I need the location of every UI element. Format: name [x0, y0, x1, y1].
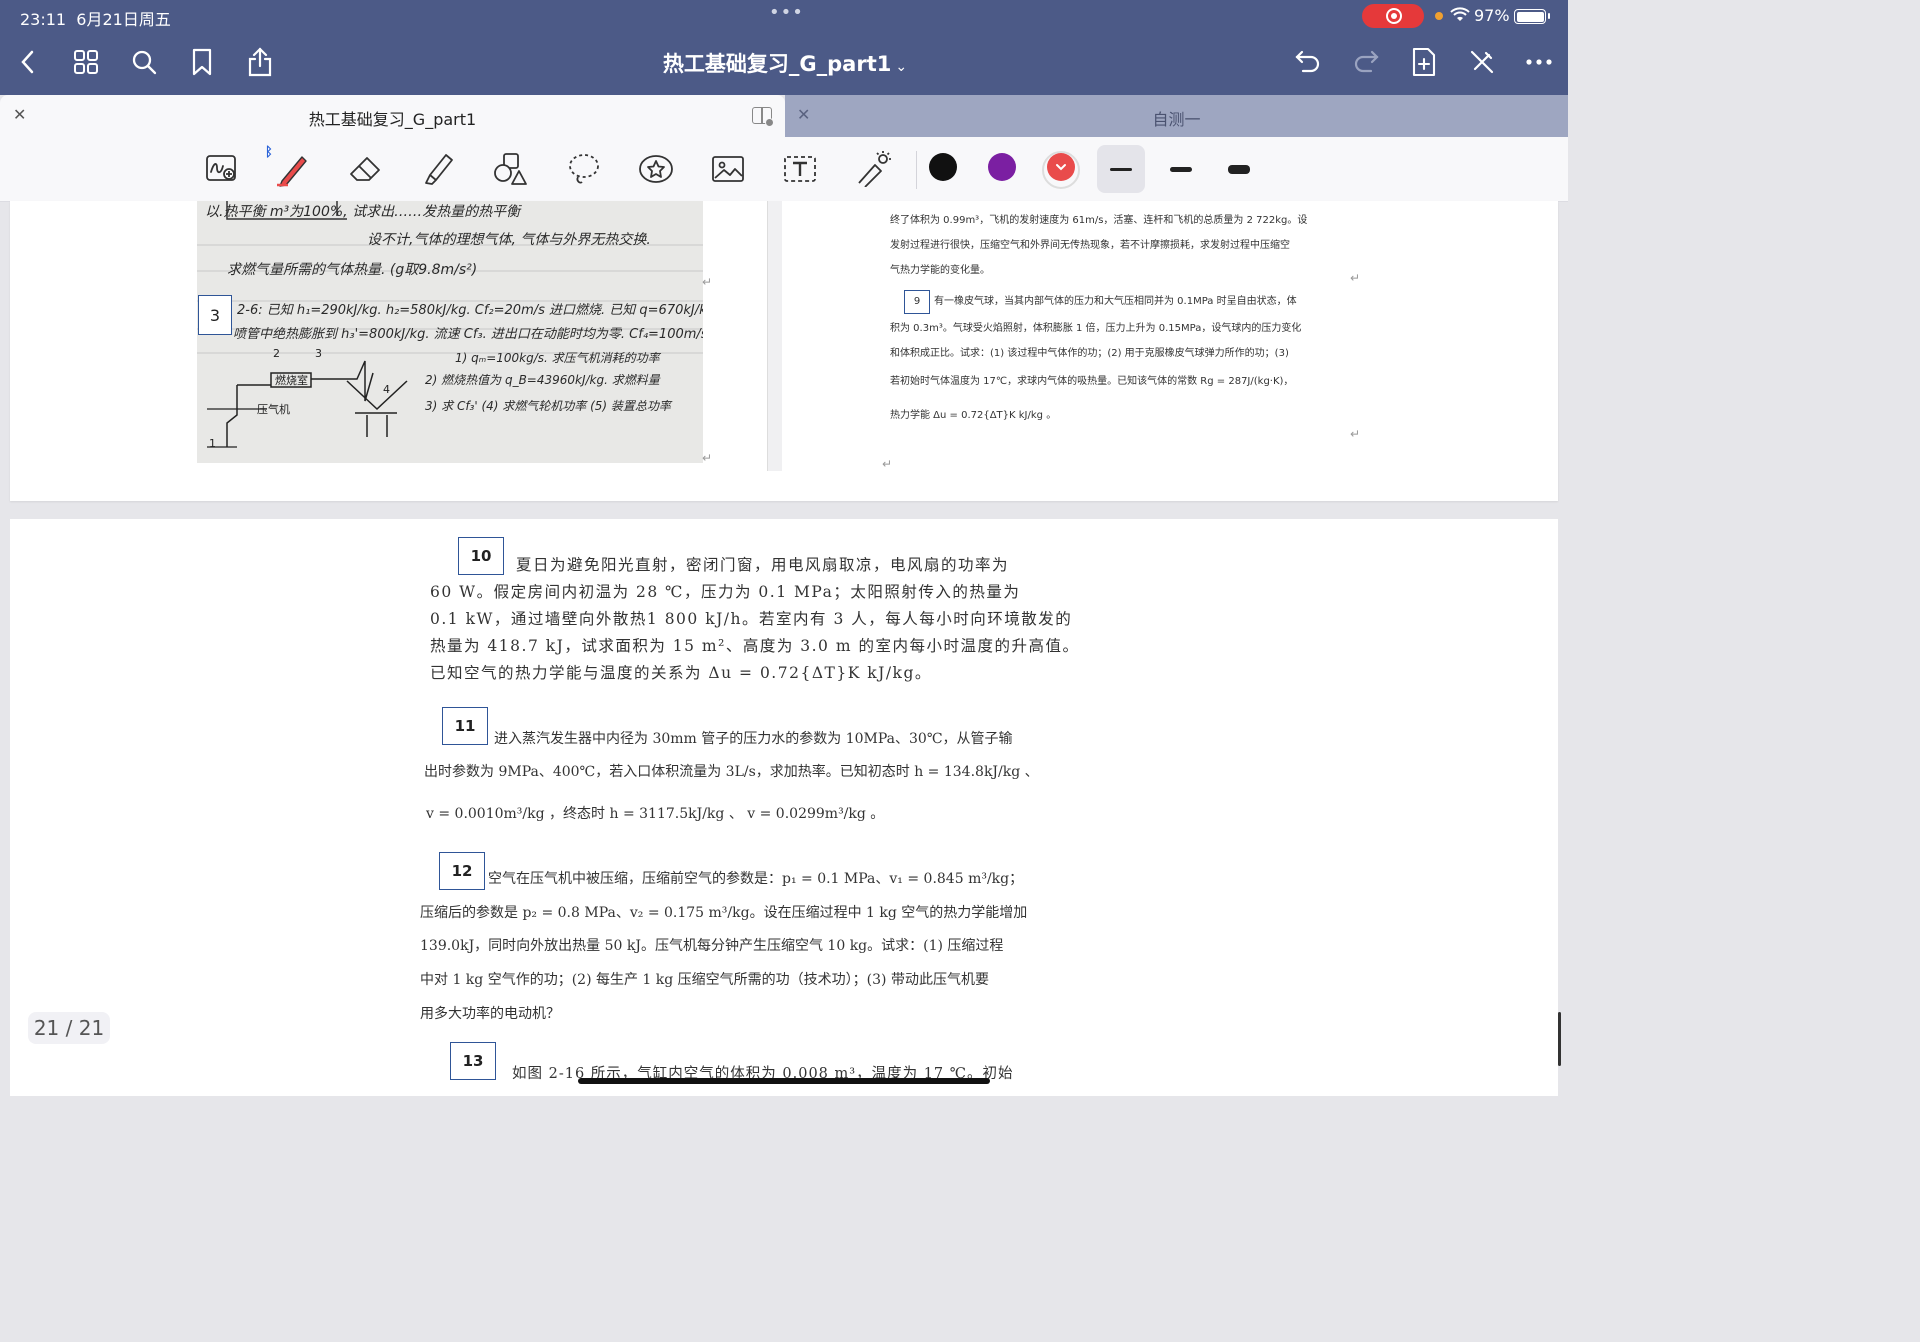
question-number-box: 9 — [904, 290, 930, 314]
diagram-label: 1 — [209, 437, 216, 450]
paragraph-line: 气热力学能的变化量。 — [890, 265, 990, 276]
handwritten-scan-image: 以.热平衡 m³为100%, 试求出……发热量的热平衡 设不计,气体的理想气体,… — [197, 201, 703, 463]
document-page-previous[interactable]: 以.热平衡 m³为100%, 试求出……发热量的热平衡 设不计,气体的理想气体,… — [10, 201, 1558, 501]
pen-tool-icon[interactable] — [270, 149, 314, 189]
paragraph-line: 空气在压气机中被压缩，压缩前空气的参数是：p₁ = 0.1 MPa、v₁ = 0… — [488, 871, 1024, 887]
paragraph-line: 积为 0.3m³。气球受火焰照射，体积膨胀 1 倍，压力上升为 0.15MPa，… — [890, 323, 1302, 334]
diagram-label: 压气机 — [257, 403, 290, 416]
share-icon[interactable] — [242, 44, 278, 80]
laser-pointer-tool-icon[interactable] — [850, 149, 894, 189]
zoom-lasso-tool-icon[interactable] — [200, 149, 244, 189]
record-icon — [1386, 8, 1402, 24]
paragraph-line: 出时参数为 9MPa、400℃，若入口体积流量为 3L/s，求加热率。已知初态时… — [424, 764, 1039, 780]
diagram-label: 3 — [315, 347, 322, 360]
paragraph-line: 用多大功率的电动机？ — [420, 1006, 560, 1022]
paragraph-line: 中对 1 kg 空气作的功；(2) 每生产 1 kg 压缩空气所需的功（技术功）… — [420, 972, 989, 988]
scan-line: 喷管中绝热膨胀到 h₃'=800kJ/kg. 流速 Cf₃. 进出口在动能时均为… — [233, 327, 703, 342]
paragraph-line: 60 W。假定房间内初温为 28 ℃，压力为 0.1 MPa；太阳照射传入的热量… — [430, 583, 1021, 601]
question-number-box: 13 — [450, 1042, 496, 1080]
page-gutter — [767, 201, 782, 471]
home-indicator[interactable] — [578, 1078, 990, 1084]
paragraph-line: 终了体积为 0.99m³，飞机的发射速度为 61m/s，活塞、连杆和飞机的总质量… — [890, 215, 1308, 226]
scan-line: 以.热平衡 m³为100%, 试求出……发热量的热平衡 — [205, 204, 521, 220]
title-chevron-icon: ⌄ — [895, 59, 908, 75]
back-icon[interactable] — [10, 44, 46, 80]
paragraph-line: 139.0kJ，同时向外放出热量 50 kJ。压气机每分钟产生压缩空气 10 k… — [420, 938, 1004, 954]
highlighter-tool-icon[interactable] — [416, 149, 460, 189]
shapes-tool-icon[interactable] — [488, 149, 532, 189]
diagram-label: 4 — [383, 383, 390, 396]
tab-label: 热工基础复习_G_part1 — [308, 110, 477, 129]
scan-line: 设不计,气体的理想气体, 气体与外界无热交换. — [367, 232, 651, 248]
paragraph-line: 发射过程进行很快，压缩空气和外界间无传热现象，若不计摩擦损耗，求发射过程中压缩空 — [890, 240, 1290, 251]
return-mark: ↵ — [1350, 271, 1361, 285]
status-time: 23:11 6月21日周五 — [20, 10, 171, 29]
diagram-label: 燃烧室 — [275, 374, 308, 387]
pen-off-icon[interactable] — [1464, 44, 1500, 80]
color-swatch-purple[interactable] — [988, 153, 1016, 181]
mic-dot — [1435, 12, 1443, 20]
paragraph-line: 若初始时气体温度为 17℃，求球内气体的吸热量。已知该气体的常数 Rg = 28… — [890, 376, 1294, 387]
paragraph-line: 已知空气的热力学能与温度的关系为 Δu = 0.72{ΔT}K kJ/kg。 — [430, 664, 932, 682]
scan-line: 求燃气量所需的气体热量. (g取9.8m/s²) — [227, 262, 478, 278]
add-page-icon[interactable] — [1406, 44, 1442, 80]
return-mark: ↵ — [702, 451, 713, 465]
paragraph-line: v = 0.0010m³/kg ，终态时 h = 3117.5kJ/kg 、 v… — [426, 806, 885, 822]
document-page-current[interactable]: 10 夏日为避免阳光直射，密闭门窗，用电风扇取凉，电风扇的功率为 60 W。假定… — [10, 519, 1558, 1096]
stroke-width-thin-selected[interactable] — [1097, 145, 1145, 193]
scroll-indicator[interactable] — [1558, 1012, 1561, 1066]
scan-line: 2-6: 已知 h₁=290kJ/kg. h₂=580kJ/kg. Cf₂=20… — [237, 303, 703, 318]
paragraph-line: 进入蒸汽发生器中内径为 30mm 管子的压力水的参数为 10MPa、30℃，从管… — [494, 731, 1013, 747]
question-number-box: 10 — [458, 537, 504, 575]
screen-record-indicator[interactable] — [1362, 4, 1424, 28]
scan-line: 2) 燃烧热值为 q_B=43960kJ/kg. 求燃料量 — [425, 373, 660, 387]
question-number-box: 3 — [198, 295, 232, 335]
search-icon[interactable] — [126, 44, 162, 80]
paragraph-line: 压缩后的参数是 p₂ = 0.8 MPa、v₂ = 0.175 m³/kg。设在… — [420, 905, 1028, 921]
color-swatch-black[interactable] — [929, 153, 957, 181]
wifi-icon — [1450, 7, 1470, 21]
diagram-label: 2 — [273, 347, 280, 360]
tab-document-inactive[interactable]: ✕ 自测一 — [785, 95, 1568, 137]
question-number-box: 12 — [439, 852, 485, 890]
tab-bar: ✕ 热工基础复习_G_part1 ✕ 自测一 — [0, 95, 1568, 137]
bookmark-icon[interactable] — [184, 44, 220, 80]
toolbar-divider — [916, 151, 917, 189]
text-tool-icon[interactable] — [778, 149, 822, 189]
redo-icon[interactable] — [1348, 44, 1384, 80]
stroke-width-medium[interactable] — [1160, 145, 1204, 193]
battery-percent: 97% — [1474, 6, 1510, 25]
grid-view-icon[interactable] — [68, 44, 104, 80]
paragraph-line: 9 有一橡皮气球，当其内部气体的压力和大气压相同并为 0.1MPa 时呈自由状态，… — [904, 289, 1364, 314]
return-mark: ↵ — [882, 457, 893, 471]
chevron-down-icon — [1056, 164, 1066, 171]
top-bar: 23:11 6月21日周五 ••• 97% 热工基础复习_G_part1 ⌄ — [0, 0, 1568, 95]
lasso-tool-icon[interactable] — [562, 149, 606, 189]
stroke-width-thick[interactable] — [1218, 145, 1262, 193]
more-icon[interactable] — [1521, 44, 1557, 80]
scan-line: 3) 求 Cf₃' (4) 求燃气轮机功率 (5) 装置总功率 — [425, 399, 671, 413]
undo-icon[interactable] — [1290, 44, 1326, 80]
return-mark: ↵ — [1350, 427, 1361, 441]
image-tool-icon[interactable] — [706, 149, 750, 189]
return-mark: ↵ — [702, 275, 713, 289]
paragraph-line: 热力学能 Δu = 0.72{ΔT}K kJ/kg 。 — [890, 410, 1057, 421]
color-swatch-red[interactable] — [1047, 153, 1075, 181]
split-view-icon[interactable] — [752, 107, 774, 127]
page-counter[interactable]: 21 / 21 — [28, 1012, 110, 1044]
tab-document-active[interactable]: ✕ 热工基础复习_G_part1 — [0, 95, 785, 137]
tab-label: 自测一 — [1152, 110, 1201, 129]
multitask-dots[interactable]: ••• — [769, 2, 804, 23]
sticker-tool-icon[interactable] — [634, 149, 678, 189]
document-title[interactable]: 热工基础复习_G_part1 ⌄ — [560, 48, 1010, 78]
annotation-toolbar: ᛒ — [0, 137, 1568, 202]
paragraph-line: 热量为 418.7 kJ，试求面积为 15 m²、高度为 3.0 m 的室内每小… — [430, 637, 1080, 655]
eraser-tool-icon[interactable] — [344, 149, 388, 189]
paragraph-line: 0.1 kW，通过墙壁向外散热1 800 kJ/h。若室内有 3 人，每人每小时… — [430, 610, 1073, 628]
paragraph-line: 和体积成正比。试求：(1) 该过程中气体作的功；(2) 用于克服橡皮气球弹力所作… — [890, 348, 1289, 359]
battery-icon — [1514, 9, 1550, 24]
paragraph-line: 夏日为避免阳光直射，密闭门窗，用电风扇取凉，电风扇的功率为 — [516, 556, 1010, 574]
question-number-box: 11 — [442, 707, 488, 745]
scan-line: 1) qₘ=100kg/s. 求压气机消耗的功率 — [455, 351, 660, 365]
